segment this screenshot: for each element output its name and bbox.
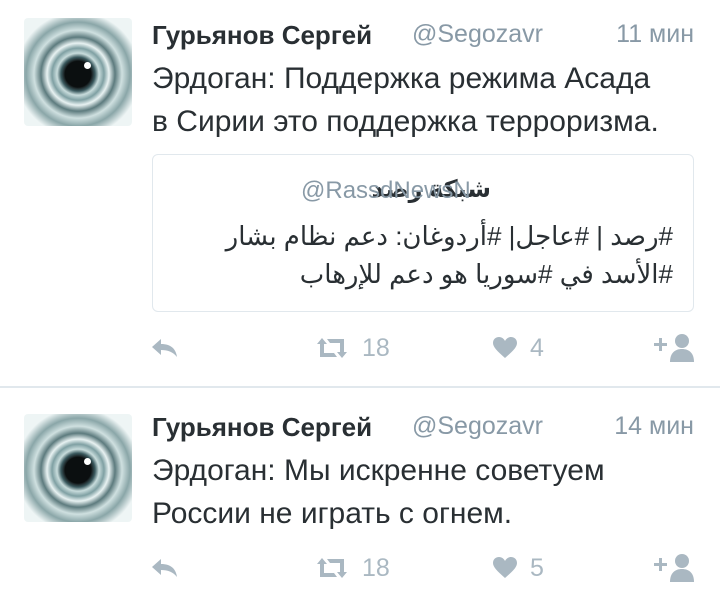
like-button[interactable]: 4: [492, 328, 544, 368]
eye-highlight: [84, 62, 91, 69]
retweet-icon: [317, 558, 347, 578]
heart-icon: [493, 337, 517, 358]
avatar[interactable]: [24, 414, 132, 522]
timestamp[interactable]: 11 мин: [616, 20, 694, 49]
quote-text: #رصد | #عاجل| #أردوغان: دعم نظام بشار #ا…: [173, 217, 673, 293]
author-name[interactable]: Гурьянов Сергей: [152, 412, 372, 443]
retweet-count: 18: [362, 553, 390, 582]
quote-text-line: #الأسد في #سوريا هو دعم للإرهاب: [299, 259, 673, 289]
tweet[interactable]: Гурьянов Сергей @Segozavr 11 мин Эрдоган…: [0, 0, 720, 386]
follow-button[interactable]: [652, 548, 696, 588]
author-name[interactable]: Гурьянов Сергей: [152, 20, 372, 51]
add-user-icon: [654, 334, 694, 362]
retweet-button[interactable]: 18: [314, 548, 390, 588]
tweet-text: Эрдоган: Поддержка режима Асада в Сирии …: [152, 57, 712, 143]
add-user-icon: [654, 554, 694, 582]
tweet-actions: 18 4: [0, 328, 720, 368]
quoted-tweet[interactable]: شبكة رصد @RassdNewsN #رصد | #عاجل| #أردو…: [152, 154, 694, 312]
tweet-text: Эрдоган: Мы искренне советуем России не …: [152, 449, 712, 535]
retweet-button[interactable]: 18: [314, 328, 390, 368]
reply-icon: [152, 339, 177, 357]
avatar[interactable]: [24, 18, 132, 126]
reply-icon: [152, 559, 177, 577]
author-handle[interactable]: @Segozavr: [412, 20, 543, 49]
like-button[interactable]: 5: [492, 548, 544, 588]
eye-highlight: [84, 458, 91, 465]
heart-icon: [493, 557, 517, 578]
retweet-count: 18: [362, 333, 390, 362]
reply-button[interactable]: [150, 548, 180, 588]
quote-text-line: #رصد | #عاجل| #أردوغان: دعم نظام بشار: [225, 221, 673, 251]
tweet-text-line: России не играть с огнем.: [152, 497, 513, 530]
tweet-actions: 18 5: [0, 548, 720, 588]
like-count: 5: [530, 553, 544, 582]
tweet[interactable]: Гурьянов Сергей @Segozavr 14 мин Эрдоган…: [0, 388, 720, 606]
tweet-text-line: в Сирии это поддержка терроризма.: [152, 105, 659, 138]
timestamp[interactable]: 14 мин: [614, 412, 694, 441]
tweet-text-line: Эрдоган: Мы искренне советуем: [152, 454, 605, 487]
tweet-text-line: Эрдоган: Поддержка режима Асада: [152, 62, 651, 95]
like-count: 4: [530, 333, 544, 362]
retweet-icon: [317, 338, 347, 358]
quote-author-handle: @RassdNewsN: [301, 177, 471, 204]
reply-button[interactable]: [150, 328, 180, 368]
follow-button[interactable]: [652, 328, 696, 368]
author-handle[interactable]: @Segozavr: [412, 412, 543, 441]
